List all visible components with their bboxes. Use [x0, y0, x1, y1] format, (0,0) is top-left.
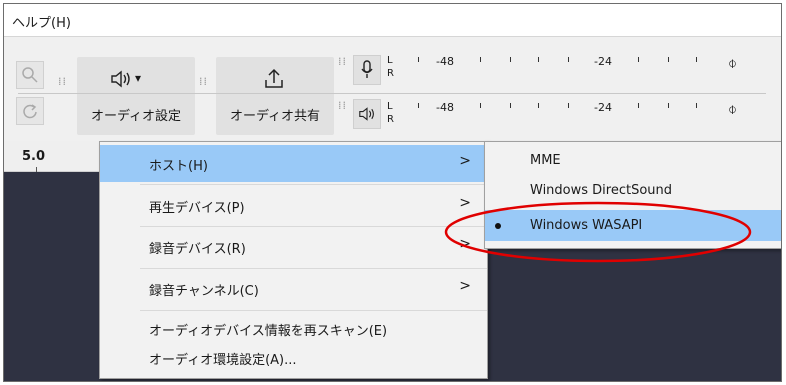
menu-item-label: 再生デバイス(P): [149, 201, 245, 216]
submenu-item-mme[interactable]: MME: [485, 145, 781, 176]
playback-speaker-icon[interactable]: [353, 99, 381, 129]
menu-item-label: 録音デバイス(R): [149, 242, 246, 257]
meter-left-label: L: [387, 55, 393, 66]
share-icon: [263, 67, 285, 95]
menu-item-label: オーディオ環境設定(A)...: [149, 353, 297, 368]
meter-tick-label: -48: [436, 55, 454, 68]
menu-bar: ヘルプ(H): [4, 4, 781, 36]
record-volume-knob-icon[interactable]: ⌽: [728, 54, 737, 72]
toolbar-grip[interactable]: ⁞⁞: [338, 56, 347, 67]
selected-bullet-icon: [495, 223, 501, 229]
record-meter[interactable]: L R -48 -24 ⌽: [382, 51, 762, 87]
meter-right-label: R: [387, 68, 394, 79]
menu-item-recording-channels[interactable]: 録音チャンネル(C) >: [100, 270, 487, 307]
audio-share-button[interactable]: オーディオ共有: [216, 57, 334, 135]
menu-help[interactable]: ヘルプ(H): [12, 12, 71, 31]
audio-settings-label: オーディオ設定: [90, 109, 182, 124]
toolbar-grip[interactable]: ⁞⁞: [58, 76, 67, 87]
chevron-right-icon: >: [459, 195, 471, 211]
app-window: ヘルプ(H) ⁞⁞ ▾ オーディオ設定 ⁞⁞ オーディオ共有 ⁞⁞ L R -4…: [3, 3, 782, 382]
audio-share-label: オーディオ共有: [229, 109, 321, 124]
menu-item-rescan-devices[interactable]: オーディオデバイス情報を再スキャン(E): [100, 314, 487, 344]
chevron-right-icon: >: [459, 236, 471, 252]
microphone-icon[interactable]: [353, 55, 381, 85]
menu-item-label: ホスト(H): [149, 159, 208, 174]
redo-icon[interactable]: [16, 97, 44, 125]
meter-left-label: L: [387, 101, 393, 112]
audio-settings-menu: ホスト(H) > 再生デバイス(P) > 録音デバイス(R) > 録音チャンネル…: [99, 141, 488, 379]
menu-item-host[interactable]: ホスト(H) >: [100, 145, 487, 182]
toolbar-grip[interactable]: ⁞⁞: [338, 100, 347, 111]
meter-right-label: R: [387, 114, 394, 125]
submenu-item-wasapi[interactable]: Windows WASAPI: [485, 210, 781, 241]
playback-meter[interactable]: L R -48 -24 ⌽: [382, 97, 762, 133]
audio-settings-button[interactable]: ▾ オーディオ設定: [77, 57, 195, 135]
menu-item-label: 録音チャンネル(C): [149, 284, 259, 299]
ruler-value: 5.0: [22, 149, 46, 164]
submenu-item-label: Windows DirectSound: [530, 183, 673, 198]
chevron-right-icon: >: [459, 278, 471, 294]
speaker-icon: [110, 69, 132, 93]
zoom-icon[interactable]: [16, 61, 44, 89]
menu-item-audio-preferences[interactable]: オーディオ環境設定(A)...: [100, 344, 487, 374]
menu-item-recording-device[interactable]: 録音デバイス(R) >: [100, 228, 487, 265]
meter-tick-label: -24: [594, 101, 612, 114]
toolbar-grip[interactable]: ⁞⁞: [199, 76, 208, 87]
host-submenu: MME Windows DirectSound Windows WASAPI: [484, 141, 781, 249]
submenu-item-label: Windows WASAPI: [530, 218, 643, 233]
menu-item-label: オーディオデバイス情報を再スキャン(E): [149, 324, 388, 339]
submenu-item-label: MME: [530, 153, 561, 168]
dropdown-arrow-icon: ▾: [135, 71, 142, 85]
toolbar: ⁞⁞ ▾ オーディオ設定 ⁞⁞ オーディオ共有 ⁞⁞ L R -48 -24 ⌽…: [4, 36, 781, 142]
meter-tick-label: -48: [436, 101, 454, 114]
chevron-right-icon: >: [459, 153, 471, 169]
meter-tick-label: -24: [594, 55, 612, 68]
menu-item-playback-device[interactable]: 再生デバイス(P) >: [100, 187, 487, 224]
playback-volume-knob-icon[interactable]: ⌽: [728, 100, 737, 118]
submenu-item-directsound[interactable]: Windows DirectSound: [485, 175, 781, 206]
